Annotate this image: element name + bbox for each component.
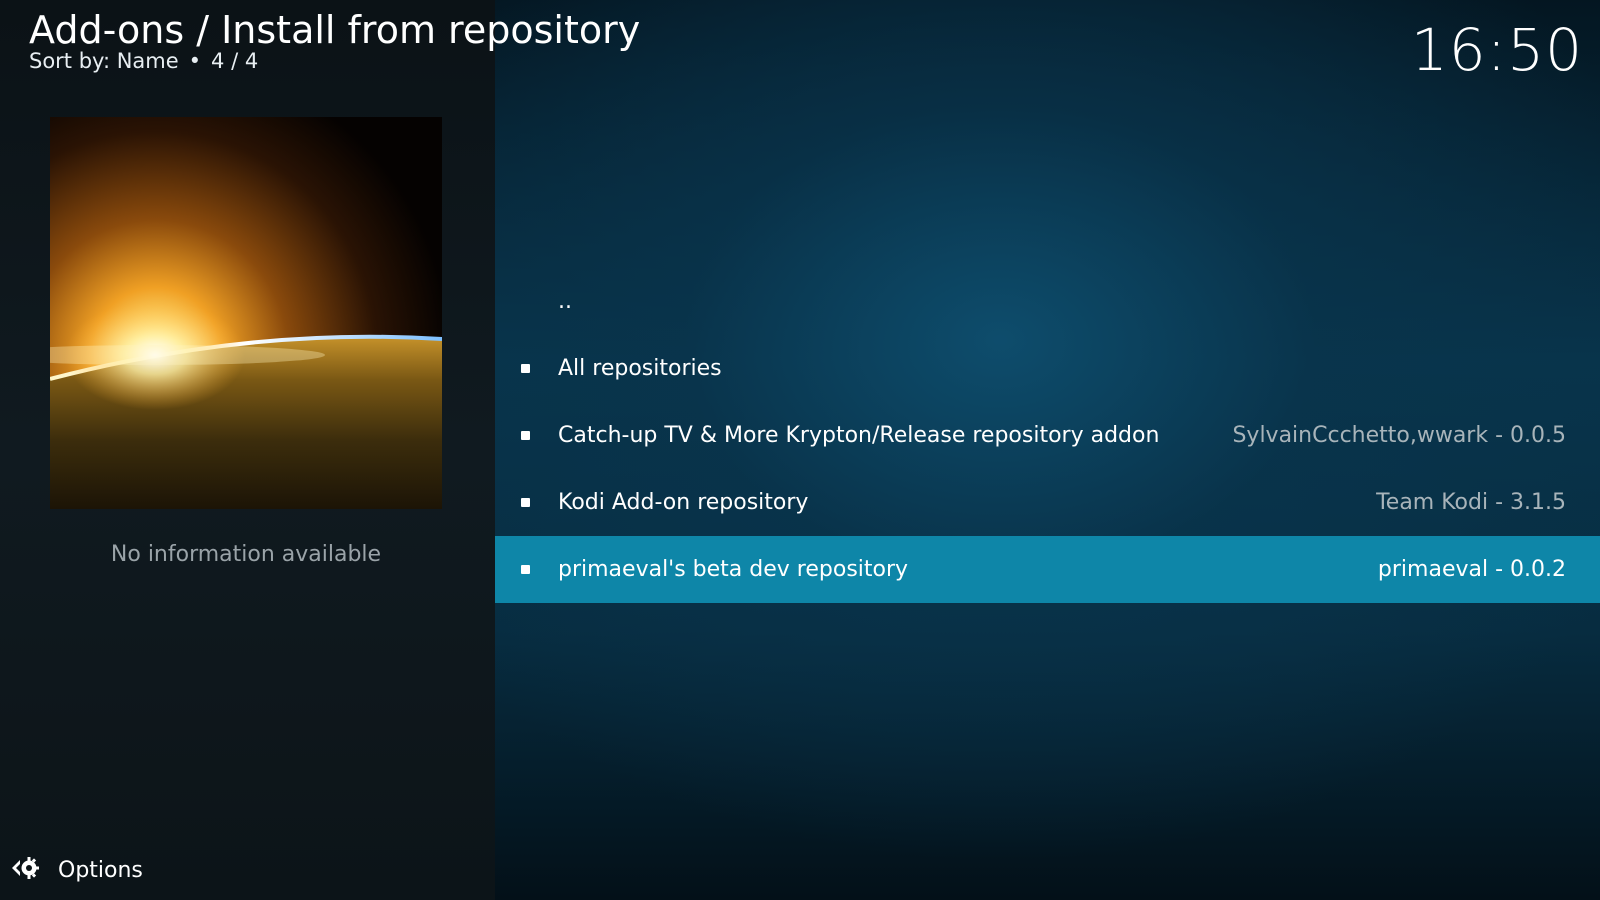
list-item-label: primaeval's beta dev repository	[558, 557, 909, 582]
earth-sunrise-image	[50, 117, 442, 509]
list-item-catchup-tv[interactable]: Catch-up TV & More Krypton/Release repos…	[495, 402, 1600, 469]
list-item-all-repositories[interactable]: All repositories	[495, 335, 1600, 402]
clock: 16:50	[1410, 16, 1583, 84]
sort-info[interactable]: Sort by: Name • 4 / 4	[29, 47, 258, 75]
no-info-text: No information available	[110, 542, 382, 567]
list-item-parent[interactable]: ..	[495, 268, 1600, 335]
sort-label: Sort by: Name	[29, 49, 179, 73]
list-item-label: Catch-up TV & More Krypton/Release repos…	[558, 423, 1160, 448]
bullet-icon	[521, 364, 530, 373]
list-item-meta: SylvainCcchetto,wwark - 0.0.5	[1232, 423, 1566, 448]
bullet-icon	[521, 565, 530, 574]
options-button[interactable]: Options	[10, 852, 143, 888]
separator-dot: •	[188, 49, 202, 73]
repository-list: .. All repositories Catch-up TV & More K…	[495, 268, 1600, 603]
list-item-label: All repositories	[558, 356, 722, 381]
list-item-kodi-repository[interactable]: Kodi Add-on repository Team Kodi - 3.1.5	[495, 469, 1600, 536]
list-item-label: ..	[558, 289, 572, 314]
list-item-primaeval-repository[interactable]: primaeval's beta dev repository primaeva…	[495, 536, 1600, 603]
addon-thumbnail	[50, 117, 442, 509]
gear-icon	[10, 853, 40, 887]
list-item-meta: Team Kodi - 3.1.5	[1376, 490, 1566, 515]
bullet-icon	[521, 431, 530, 440]
options-label: Options	[58, 857, 143, 883]
list-item-label: Kodi Add-on repository	[558, 490, 809, 515]
bullet-icon	[521, 498, 530, 507]
list-item-meta: primaeval - 0.0.2	[1377, 557, 1566, 582]
item-count: 4 / 4	[211, 49, 259, 73]
